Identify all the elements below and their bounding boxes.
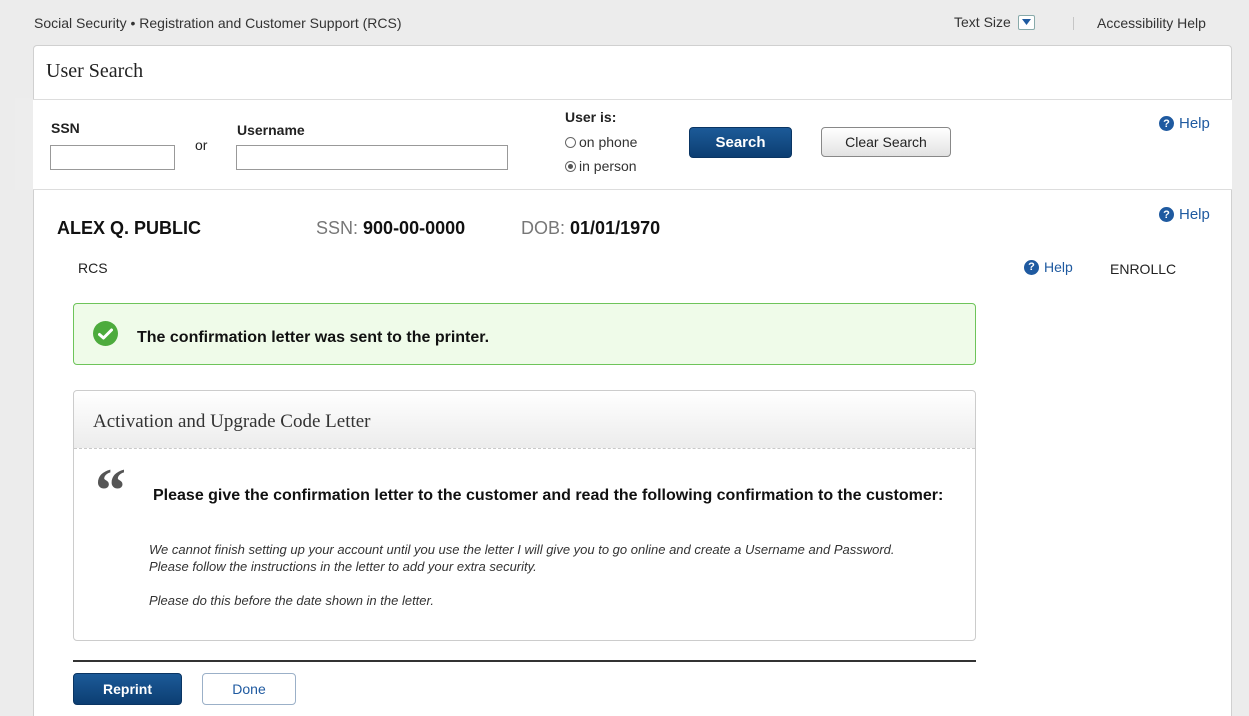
question-icon: ?: [1024, 259, 1039, 275]
radio-circle-icon[interactable]: [565, 136, 576, 148]
script-paragraph: Please do this before the date shown in …: [149, 593, 434, 608]
ssn-label: SSN: [51, 120, 80, 136]
question-icon: ?: [1159, 116, 1174, 131]
search-help-link[interactable]: ? Help: [1159, 115, 1210, 132]
success-alert: The confirmation letter was sent to the …: [73, 303, 976, 365]
card-title: Activation and Upgrade Code Letter: [93, 411, 371, 432]
ssn-input[interactable]: [50, 145, 175, 170]
radio-label: on phone: [579, 134, 638, 150]
top-bar: Social Security • Registration and Custo…: [0, 0, 1249, 44]
ssn-value: 900-00-0000: [363, 218, 466, 238]
username-label: Username: [237, 122, 305, 138]
alert-message: The confirmation letter was sent to the …: [137, 329, 490, 346]
dob-value: 01/01/1970: [570, 218, 661, 238]
done-button[interactable]: Done: [202, 673, 296, 705]
radio-label: in person: [579, 158, 637, 174]
page-title: User Search: [46, 60, 144, 82]
site-brand: Social Security • Registration and Custo…: [34, 15, 402, 31]
customer-name: ALEX Q. PUBLIC: [57, 218, 202, 238]
text-size-label: Text Size: [954, 14, 1011, 30]
dob-field-label: DOB:: [521, 218, 566, 238]
ssn-field-label: SSN:: [316, 218, 359, 238]
script-paragraph: We cannot finish setting up your account…: [149, 542, 895, 574]
app-label: RCS: [78, 260, 108, 276]
reprint-button[interactable]: Reprint: [73, 673, 182, 705]
search-button[interactable]: Search: [689, 127, 792, 158]
chevron-down-icon[interactable]: [1017, 14, 1035, 30]
radio-circle-icon[interactable]: [565, 160, 576, 172]
ssn-field: SSN: 900-00-0000: [316, 218, 465, 239]
divider: [1073, 17, 1074, 30]
card-header: Activation and Upgrade Code Letter: [74, 391, 975, 449]
clear-search-button[interactable]: Clear Search: [821, 127, 951, 157]
side-strip: [15, 98, 33, 190]
help-label: Help: [1044, 259, 1073, 275]
divider: [73, 660, 976, 662]
person-help-link[interactable]: ? Help: [1159, 206, 1210, 223]
question-icon: ?: [1159, 207, 1174, 222]
card-instruction: Please give the confirmation letter to t…: [153, 487, 944, 504]
letter-card: Activation and Upgrade Code Letter “ Ple…: [73, 390, 976, 641]
user-is-label: User is:: [565, 109, 617, 125]
radio-in-person[interactable]: in person: [565, 158, 637, 174]
card-script: We cannot finish setting up your account…: [149, 541, 929, 626]
screen-code: ENROLLC: [1110, 261, 1177, 277]
checkmark-icon: [93, 321, 118, 346]
radio-on-phone[interactable]: on phone: [565, 134, 637, 150]
username-input[interactable]: [236, 145, 508, 170]
section-help-link[interactable]: ? Help: [1024, 259, 1073, 275]
help-label: Help: [1179, 115, 1210, 132]
quote-icon: “: [95, 457, 126, 525]
or-label: or: [195, 137, 208, 153]
accessibility-help-link[interactable]: Accessibility Help: [1097, 15, 1206, 31]
text-size-control[interactable]: Text Size: [954, 14, 1035, 30]
dob-field: DOB: 01/01/1970: [521, 218, 660, 239]
help-label: Help: [1179, 206, 1210, 223]
